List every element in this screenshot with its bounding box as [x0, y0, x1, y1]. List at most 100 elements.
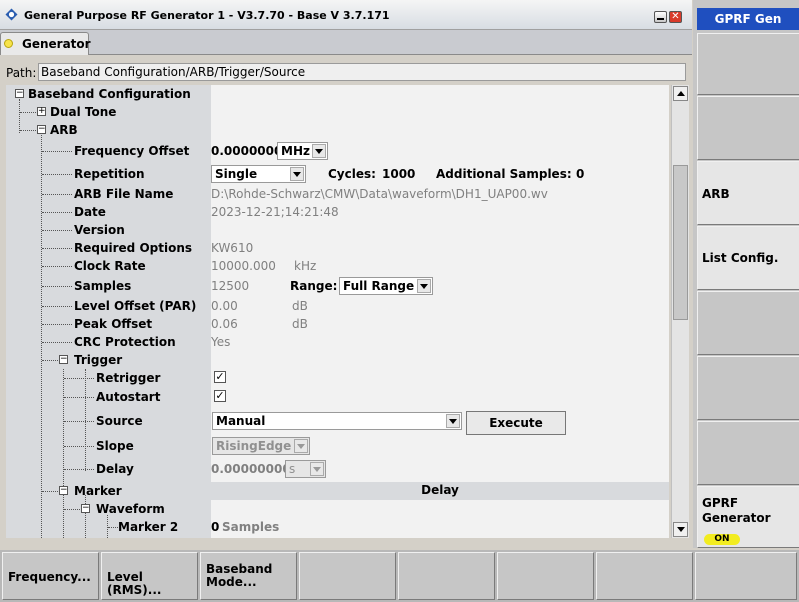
window-title: General Purpose RF Generator 1 - V3.7.70… [24, 9, 390, 22]
marker-2-value[interactable]: 0 [211, 520, 219, 534]
collapse-icon[interactable]: − [37, 125, 46, 134]
level-rms-softkey[interactable]: Level (RMS)... [101, 552, 198, 600]
chevron-down-icon[interactable] [417, 279, 431, 293]
collapse-icon[interactable]: − [15, 89, 24, 98]
gprf-generator-softkey[interactable]: GPRF Generator ON [697, 486, 799, 548]
repetition-select[interactable]: Single [211, 165, 306, 183]
samples-label: Samples [74, 279, 132, 293]
waveform-label: Waveform [96, 502, 165, 516]
range-value: Full Range [343, 279, 415, 293]
frequency-softkey-label: Frequency... [8, 570, 91, 584]
additional-samples-label: Additional Samples: [436, 167, 572, 181]
autostart-checkbox[interactable]: ✓ [214, 390, 226, 402]
cycles-value[interactable]: 1000 [382, 167, 415, 181]
delay-unit-select: s [285, 460, 326, 478]
retrigger-checkbox[interactable]: ✓ [214, 371, 226, 383]
range-label: Range: [290, 279, 338, 293]
vertical-scrollbar[interactable] [671, 85, 689, 538]
softkey-blank-3[interactable] [697, 291, 799, 355]
marker-2-label: Marker 2 [118, 520, 179, 534]
rohde-schwarz-logo-icon [5, 8, 18, 21]
source-row: Source Manual Execute [6, 411, 669, 435]
tab-bar: Generator [0, 30, 692, 55]
collapse-icon[interactable]: − [81, 504, 90, 513]
tree-node-waveform[interactable]: − Waveform [6, 500, 669, 518]
range-select[interactable]: Full Range [339, 277, 433, 295]
baseband-configuration-label: Baseband Configuration [28, 87, 191, 101]
softkey-blank-bottom-4[interactable] [596, 552, 693, 600]
list-config-softkey[interactable]: List Config. [697, 226, 799, 290]
arb-file-name-value: D:\Rohde-Schwarz\CMW\Data\waveform\DH1_U… [211, 187, 548, 201]
dual-tone-label: Dual Tone [50, 105, 117, 119]
arb-label: ARB [50, 123, 78, 137]
level-offset-value: 0.00 [211, 299, 238, 313]
tree-node-trigger[interactable]: − Trigger [6, 351, 669, 369]
date-row: Date 2023-12-21;14:21:48 [6, 203, 669, 221]
autostart-label: Autostart [96, 390, 161, 404]
frequency-offset-unit-select[interactable]: MHz [277, 142, 328, 160]
repetition-value: Single [215, 167, 258, 181]
expand-icon[interactable]: + [37, 107, 46, 116]
generator-on-badge: ON [704, 534, 740, 545]
arb-softkey[interactable]: ARB [697, 161, 799, 225]
frequency-offset-row: Frequency Offset 0.0000000 MHz [6, 142, 669, 160]
tab-generator[interactable]: Generator [0, 32, 91, 55]
softkey-blank-bottom-3[interactable] [497, 552, 594, 600]
baseband-mode-softkey-label: Baseband Mode... [206, 562, 273, 589]
softkey-blank-2[interactable] [697, 96, 799, 160]
softkey-blank-5[interactable] [697, 421, 799, 485]
softkey-blank-bottom-2[interactable] [398, 552, 495, 600]
path-field: Baseband Configuration/ARB/Trigger/Sourc… [38, 63, 686, 81]
clock-rate-label: Clock Rate [74, 259, 146, 273]
configuration-tree-panel: − Baseband Configuration + Dual Tone − A… [6, 85, 669, 538]
clock-rate-unit: kHz [294, 259, 317, 273]
crc-protection-row: CRC Protection Yes [6, 333, 669, 351]
arb-file-name-label: ARB File Name [74, 187, 174, 201]
path-row: Path: Baseband Configuration/ARB/Trigger… [0, 60, 692, 84]
scrollbar-thumb[interactable] [673, 165, 688, 320]
additional-samples-value[interactable]: 0 [576, 167, 584, 181]
softkey-blank-1[interactable] [697, 33, 799, 95]
retrigger-row: Retrigger ✓ [6, 369, 669, 387]
softkey-blank-bottom-5[interactable] [695, 552, 797, 600]
level-rms-softkey-label: Level (RMS)... [107, 570, 162, 597]
baseband-mode-softkey[interactable]: Baseband Mode... [200, 552, 297, 600]
title-bar: General Purpose RF Generator 1 - V3.7.70… [0, 0, 692, 30]
collapse-icon[interactable]: − [59, 355, 68, 364]
slope-value: RisingEdge [216, 439, 292, 453]
cycles-label: Cycles: [328, 167, 376, 181]
execute-button[interactable]: Execute [466, 411, 566, 435]
required-options-label: Required Options [74, 241, 193, 255]
collapse-icon[interactable]: − [59, 486, 68, 495]
generator-window: General Purpose RF Generator 1 - V3.7.70… [0, 0, 692, 548]
softkey-blank-bottom-1[interactable] [299, 552, 396, 600]
chevron-down-icon[interactable] [312, 144, 326, 158]
source-select[interactable]: Manual [212, 412, 462, 430]
frequency-offset-value[interactable]: 0.0000000 [211, 144, 282, 158]
clock-rate-value: 10000.000 [211, 259, 276, 273]
minimize-button[interactable] [654, 11, 667, 23]
tree-node-baseband-configuration[interactable]: − Baseband Configuration [6, 85, 669, 103]
peak-offset-unit: dB [292, 317, 308, 331]
gprf-gen-panel-title: GPRF Gen [697, 8, 799, 30]
close-button[interactable]: ✕ [669, 11, 682, 23]
tree-node-dual-tone[interactable]: + Dual Tone [6, 103, 669, 121]
source-value: Manual [216, 414, 266, 428]
scroll-up-icon[interactable] [673, 86, 688, 101]
crc-protection-value: Yes [211, 335, 231, 349]
chevron-down-icon[interactable] [446, 414, 460, 428]
softkey-blank-4[interactable] [697, 356, 799, 420]
crc-protection-label: CRC Protection [74, 335, 176, 349]
tree-node-arb[interactable]: − ARB [6, 121, 669, 139]
list-config-softkey-label: List Config. [702, 251, 779, 265]
delay-unit: s [289, 462, 296, 476]
chevron-down-icon[interactable] [290, 167, 304, 181]
frequency-offset-unit: MHz [281, 144, 310, 158]
gprf-generator-softkey-label: GPRF Generator [702, 496, 771, 525]
scroll-down-icon[interactable] [673, 522, 688, 537]
level-offset-unit: dB [292, 299, 308, 313]
required-options-row: Required Options KW610 [6, 239, 669, 257]
slope-select: RisingEdge [212, 437, 310, 455]
frequency-softkey[interactable]: Frequency... [2, 552, 99, 600]
retrigger-label: Retrigger [96, 371, 161, 385]
